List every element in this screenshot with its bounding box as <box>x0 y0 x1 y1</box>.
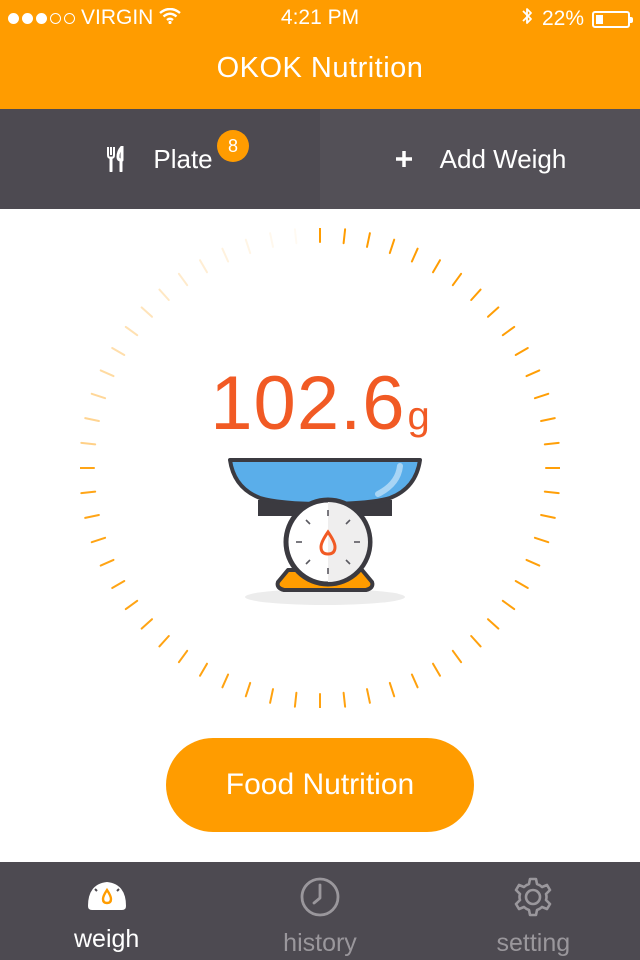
tab-history-label: history <box>283 929 357 957</box>
clock-icon <box>299 876 341 925</box>
dial-tick <box>124 599 139 611</box>
dial-tick <box>124 325 139 337</box>
weight-value: 102.6 <box>210 361 406 446</box>
dial-tick <box>158 288 170 301</box>
dial-tick <box>269 688 274 704</box>
dial-tick <box>410 247 419 263</box>
page-title: OKOK Nutrition <box>216 52 424 84</box>
dial-tick <box>470 635 482 648</box>
dial-tick <box>140 306 153 318</box>
dial-tick <box>293 691 298 708</box>
tab-weigh[interactable]: weigh <box>0 862 213 960</box>
dial-tick <box>487 306 500 318</box>
dial-tick <box>342 228 347 245</box>
dial-tick <box>451 649 463 664</box>
bluetooth-icon <box>520 6 534 32</box>
dial-tick <box>451 272 463 287</box>
dial-tick <box>221 247 230 263</box>
dial-tick <box>177 272 189 287</box>
dial-tick <box>540 514 556 519</box>
dial-tick <box>388 681 396 698</box>
battery-fill <box>596 14 603 24</box>
dial-tick <box>342 691 347 708</box>
dial-tick <box>501 599 516 611</box>
dial-tick <box>111 580 126 589</box>
tab-weigh-label: weigh <box>74 925 140 953</box>
gear-icon <box>512 876 554 925</box>
dial-tick <box>470 288 482 301</box>
tab-plate[interactable]: Plate 8 <box>0 109 320 209</box>
dial-tick <box>80 490 97 495</box>
food-nutrition-button[interactable]: Food Nutrition <box>166 738 474 832</box>
tab-plate-label: Plate <box>153 143 213 174</box>
dial-tick <box>158 635 170 648</box>
dial-tick <box>293 228 298 245</box>
dial-tick <box>244 681 252 698</box>
dial-tick <box>487 618 500 630</box>
dial-tick <box>501 325 516 337</box>
dial-tick <box>514 580 529 589</box>
app-header: VIRGIN 4:21 PM 22% OKOK Nutrition <box>0 0 640 109</box>
dial-tick <box>140 618 153 630</box>
dial-tick <box>111 347 126 356</box>
dial-tick <box>269 232 274 248</box>
dial-tick <box>432 259 441 274</box>
plate-count-badge: 8 <box>217 130 249 162</box>
battery-icon <box>592 10 633 28</box>
dial-tick <box>221 673 230 689</box>
tab-add-weigh[interactable]: Add Weigh <box>320 109 640 209</box>
dial-tick <box>199 259 208 274</box>
battery-percent: 22% <box>541 7 584 30</box>
dial-tick <box>514 347 529 356</box>
dial-tick <box>84 514 100 519</box>
status-bar: VIRGIN 4:21 PM 22% <box>0 0 640 36</box>
weight-unit: g <box>407 394 430 438</box>
dial-tick <box>366 232 371 248</box>
dial-tick <box>244 238 252 255</box>
tab-setting[interactable]: setting <box>427 862 640 960</box>
plus-icon <box>394 149 414 169</box>
scale-icon <box>84 876 130 921</box>
top-tabs: Plate 8 Add Weigh <box>0 109 640 209</box>
bottom-tab-bar: weigh history setting <box>0 862 640 960</box>
status-right: 22% <box>520 6 633 32</box>
dial-tick <box>432 662 441 677</box>
tab-add-weigh-label: Add Weigh <box>439 143 567 174</box>
dial-tick <box>199 662 208 677</box>
dial-tick <box>177 649 189 664</box>
dial-tick <box>543 490 560 495</box>
dial-tick <box>90 536 107 544</box>
kitchen-scale-illustration <box>228 458 422 605</box>
dial-tick <box>388 238 396 255</box>
dial-tick <box>525 558 541 567</box>
dial-tick <box>533 536 550 544</box>
tab-history[interactable]: history <box>213 862 426 960</box>
tab-setting-label: setting <box>496 929 571 957</box>
fork-knife-icon <box>107 146 127 172</box>
dial-tick <box>366 688 371 704</box>
weight-readout: 102.6g <box>0 360 640 447</box>
dial-tick <box>99 558 115 567</box>
dial-tick <box>410 673 419 689</box>
